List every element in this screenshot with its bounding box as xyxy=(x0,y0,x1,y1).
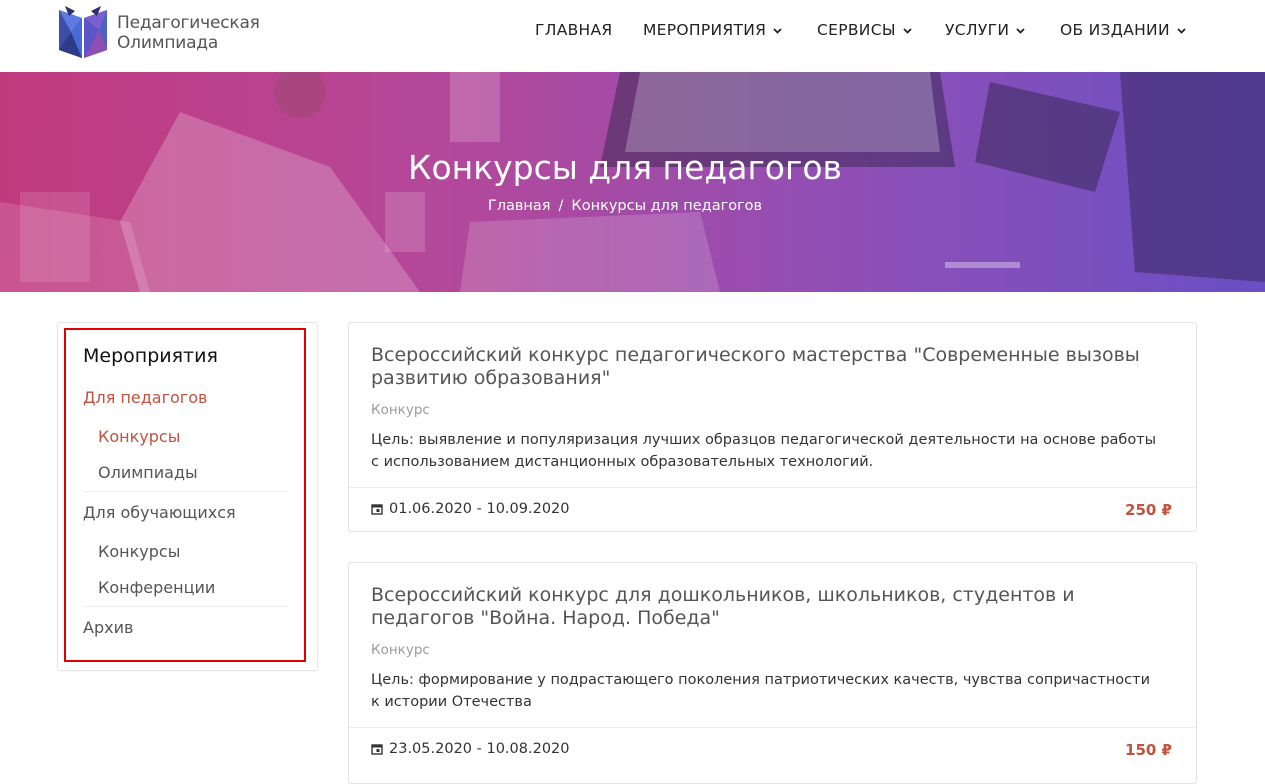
card-divider xyxy=(349,727,1196,728)
nav-offers-label: УСЛУГИ xyxy=(945,21,1010,39)
sidebar-item-teacher-olympiads[interactable]: Олимпиады xyxy=(98,463,198,482)
highlight-box xyxy=(64,328,306,662)
event-type: Конкурс xyxy=(371,642,430,658)
logo-line-1: Педагогическая xyxy=(117,13,260,33)
chevron-down-icon xyxy=(773,28,782,34)
nav-events[interactable]: МЕРОПРИЯТИЯ xyxy=(643,21,782,39)
page-title: Конкурсы для педагогов xyxy=(408,148,842,187)
sidebar-divider xyxy=(83,606,288,607)
sidebar-item-for-students[interactable]: Для обучающихся xyxy=(83,503,236,522)
breadcrumb-current: Конкурсы для педагогов xyxy=(571,198,763,214)
card-divider xyxy=(349,487,1196,488)
event-title-link[interactable]: Всероссийский конкурс педагогического ма… xyxy=(371,344,1171,390)
site-logo[interactable]: Педагогическая Олимпиада xyxy=(55,2,260,60)
logo-text: Педагогическая Олимпиада xyxy=(117,13,260,53)
event-description: Цель: формирование у подрастающего покол… xyxy=(371,672,1151,710)
event-card: Всероссийский конкурс педагогического ма… xyxy=(348,322,1197,532)
nav-home[interactable]: ГЛАВНАЯ xyxy=(535,21,612,39)
sidebar-item-conferences[interactable]: Конференции xyxy=(98,578,215,597)
nav-services[interactable]: СЕРВИСЫ xyxy=(817,21,912,39)
nav-events-label: МЕРОПРИЯТИЯ xyxy=(643,21,767,39)
nav-about[interactable]: ОБ ИЗДАНИИ xyxy=(1060,21,1186,39)
event-title-link[interactable]: Всероссийский конкурс для дошкольников, … xyxy=(371,584,1171,630)
event-card: Всероссийский конкурс для дошкольников, … xyxy=(348,562,1197,784)
event-dates-text: 01.06.2020 - 10.09.2020 xyxy=(389,501,570,517)
event-dates-text: 23.05.2020 - 10.08.2020 xyxy=(389,741,570,757)
calendar-icon xyxy=(371,504,383,515)
event-type: Конкурс xyxy=(371,402,430,418)
sidebar-item-student-contests[interactable]: Конкурсы xyxy=(98,542,180,561)
chevron-down-icon xyxy=(1016,28,1025,34)
nav-home-label: ГЛАВНАЯ xyxy=(535,21,613,39)
calendar-icon xyxy=(371,744,383,755)
chevron-down-icon xyxy=(903,28,912,34)
nav-about-label: ОБ ИЗДАНИИ xyxy=(1060,21,1170,39)
sidebar-item-teacher-contests[interactable]: Конкурсы xyxy=(98,427,180,446)
site-header: Педагогическая Олимпиада ГЛАВНАЯ МЕРОПРИ… xyxy=(0,0,1265,72)
event-dates: 01.06.2020 - 10.09.2020 xyxy=(371,501,570,517)
breadcrumb-home-link[interactable]: Главная xyxy=(488,198,551,214)
event-price: 250 ₽ xyxy=(1125,501,1172,519)
logo-line-2: Олимпиада xyxy=(117,33,219,53)
sidebar-item-for-teachers[interactable]: Для педагогов xyxy=(83,388,207,407)
sidebar-divider xyxy=(83,491,288,492)
sidebar-title: Мероприятия xyxy=(83,345,218,367)
chevron-down-icon xyxy=(1177,28,1186,34)
event-dates: 23.05.2020 - 10.08.2020 xyxy=(371,741,570,757)
page-hero: Конкурсы для педагогов Главная / Конкурсы … xyxy=(0,72,1265,292)
nav-services-label: СЕРВИСЫ xyxy=(817,21,896,39)
event-price: 150 ₽ xyxy=(1125,741,1172,759)
nav-offers[interactable]: УСЛУГИ xyxy=(945,21,1025,39)
event-description: Цель: выявление и популяризация лучших о… xyxy=(371,432,1157,470)
sidebar-item-archive[interactable]: Архив xyxy=(83,618,133,637)
breadcrumb: Главная / Конкурсы для педагогов xyxy=(0,198,1250,214)
book-logo-icon xyxy=(59,6,107,58)
breadcrumb-separator: / xyxy=(558,198,564,214)
